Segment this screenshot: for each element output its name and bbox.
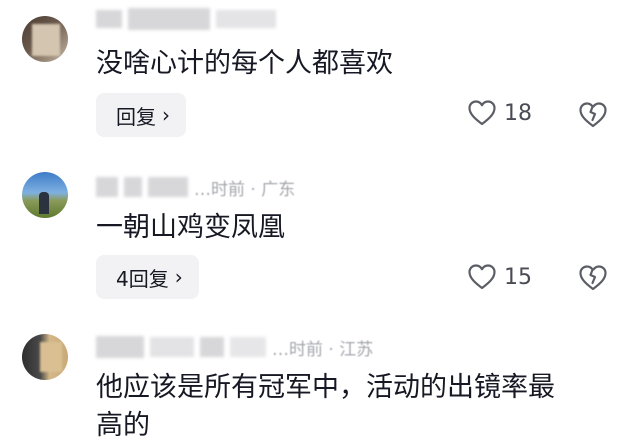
comment-item: 没啥心计的每个人都喜欢 回复 › 18 [0,0,640,150]
username-blur [96,336,144,358]
username-blur [150,337,194,357]
comment-meta: …时前 · 广东 [96,174,295,200]
username-blur [230,337,266,357]
like-button[interactable]: 18 [468,100,532,126]
chevron-right-icon: › [174,265,183,289]
chevron-right-icon: › [162,103,170,127]
comment-text: 他应该是所有冠军中，活动的出镜率最 [96,372,555,403]
username-blur [148,177,188,197]
comment-text: 一朝山鸡变凤凰 [96,212,285,243]
comment-item: …时前 · 广东 一朝山鸡变凤凰 4回复 › 15 [0,150,640,312]
username-blur [200,337,224,357]
avatar[interactable] [22,334,68,380]
avatar[interactable] [22,172,68,218]
time-location: …时前 · 广东 [194,179,296,200]
reply-label: 4回复 [116,266,169,291]
username-blur [128,8,210,30]
time-location: …时前 · 江苏 [272,339,374,360]
avatar-figure [39,192,49,214]
avatar-mosaic [40,342,62,372]
heart-icon [468,264,496,290]
username-blur [216,10,276,28]
comment-meta [96,6,282,32]
username-blur [96,10,122,28]
heart-icon [468,100,496,126]
username-blur [96,177,118,197]
username-blur [124,177,142,197]
comment-item: …时前 · 江苏 他应该是所有冠军中，活动的出镜率最 高的 [0,312,640,441]
broken-heart-icon[interactable] [578,100,608,130]
avatar-mosaic [32,24,60,56]
comment-text: 没啥心计的每个人都喜欢 [96,48,393,79]
avatar[interactable] [22,16,68,62]
comment-meta: …时前 · 江苏 [96,334,373,360]
like-count: 15 [504,264,532,290]
reply-button[interactable]: 4回复 › [96,255,199,299]
broken-heart-icon[interactable] [578,263,608,293]
comment-text-continued: 高的 [96,410,150,441]
like-button[interactable]: 15 [468,264,532,290]
like-count: 18 [504,100,532,126]
reply-label: 回复 [116,104,156,129]
reply-button[interactable]: 回复 › [96,93,186,137]
